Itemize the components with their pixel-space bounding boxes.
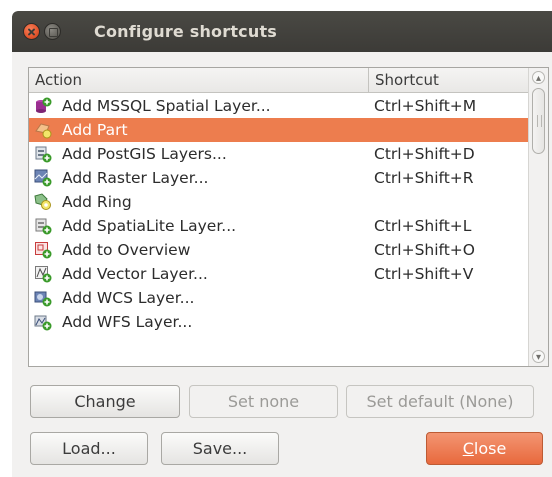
wcs-layer-icon — [34, 289, 52, 307]
save-button[interactable]: Save... — [161, 432, 279, 465]
change-button[interactable]: Change — [30, 385, 180, 418]
action-name: Add MSSQL Spatial Layer... — [62, 97, 271, 115]
table-row[interactable]: Add WCS Layer... — [29, 286, 529, 310]
window-close-icon[interactable] — [23, 23, 40, 40]
overview-icon — [34, 241, 52, 259]
raster-layer-icon — [34, 169, 52, 187]
vertical-scrollbar[interactable]: ▴ ▾ — [528, 68, 548, 366]
vector-layer-icon — [34, 265, 52, 283]
table-row[interactable]: Add PostGIS Layers... Ctrl+Shift+D — [29, 142, 529, 166]
action-name: Add Vector Layer... — [62, 265, 208, 283]
action-name: Add to Overview — [62, 241, 191, 259]
action-name: Add SpatiaLite Layer... — [62, 217, 237, 235]
close-button[interactable]: Close — [426, 432, 543, 465]
load-button[interactable]: Load... — [30, 432, 148, 465]
table-row[interactable]: Add SpatiaLite Layer... Ctrl+Shift+L — [29, 214, 529, 238]
scroll-thumb[interactable] — [532, 88, 545, 154]
close-mnemonic: C — [462, 439, 474, 458]
action-name: Add PostGIS Layers... — [62, 145, 227, 163]
add-part-icon — [34, 121, 52, 139]
action-name: Add Ring — [62, 193, 132, 211]
set-default-button[interactable]: Set default (None) — [346, 385, 534, 418]
scroll-up-icon[interactable]: ▴ — [532, 71, 545, 84]
table-row[interactable]: Add Part — [29, 118, 529, 142]
table-row[interactable]: Add MSSQL Spatial Layer... Ctrl+Shift+M — [29, 94, 529, 118]
action-name: Add WCS Layer... — [62, 289, 195, 307]
spatialite-layer-icon — [34, 217, 52, 235]
wfs-layer-icon — [34, 313, 52, 331]
close-label: lose — [473, 439, 507, 458]
table-row[interactable]: Add WFS Layer... — [29, 310, 529, 334]
shortcut-value: Ctrl+Shift+L — [374, 217, 472, 235]
action-name: Add Raster Layer... — [62, 169, 209, 187]
table-row[interactable]: Add Vector Layer... Ctrl+Shift+V — [29, 262, 529, 286]
table-row[interactable]: Add Ring — [29, 190, 529, 214]
action-name: Add WFS Layer... — [62, 313, 193, 331]
shortcut-value: Ctrl+Shift+R — [374, 169, 474, 187]
window-minimize-icon[interactable] — [44, 23, 61, 40]
postgis-layer-icon — [34, 145, 52, 163]
set-none-button[interactable]: Set none — [189, 385, 338, 418]
table-header: Action Shortcut — [29, 68, 529, 93]
window-title: Configure shortcuts — [94, 22, 278, 41]
mssql-layer-icon — [34, 97, 52, 115]
configure-shortcuts-dialog: Configure shortcuts Action Shortcut Add … — [12, 11, 552, 477]
add-ring-icon — [34, 193, 52, 211]
column-header-shortcut[interactable]: Shortcut — [369, 68, 529, 93]
table-row[interactable]: Add Raster Layer... Ctrl+Shift+R — [29, 166, 529, 190]
action-name: Add Part — [62, 121, 128, 139]
column-header-action[interactable]: Action — [29, 68, 369, 93]
shortcuts-table[interactable]: Action Shortcut Add MSSQL Spatial Layer.… — [28, 67, 549, 367]
shortcut-value: Ctrl+Shift+V — [374, 265, 474, 283]
table-row[interactable]: Add to Overview Ctrl+Shift+O — [29, 238, 529, 262]
title-bar: Configure shortcuts — [12, 11, 552, 52]
shortcut-value: Ctrl+Shift+M — [374, 97, 477, 115]
shortcut-value: Ctrl+Shift+O — [374, 241, 475, 259]
scroll-down-icon[interactable]: ▾ — [532, 350, 545, 363]
shortcut-value: Ctrl+Shift+D — [374, 145, 475, 163]
